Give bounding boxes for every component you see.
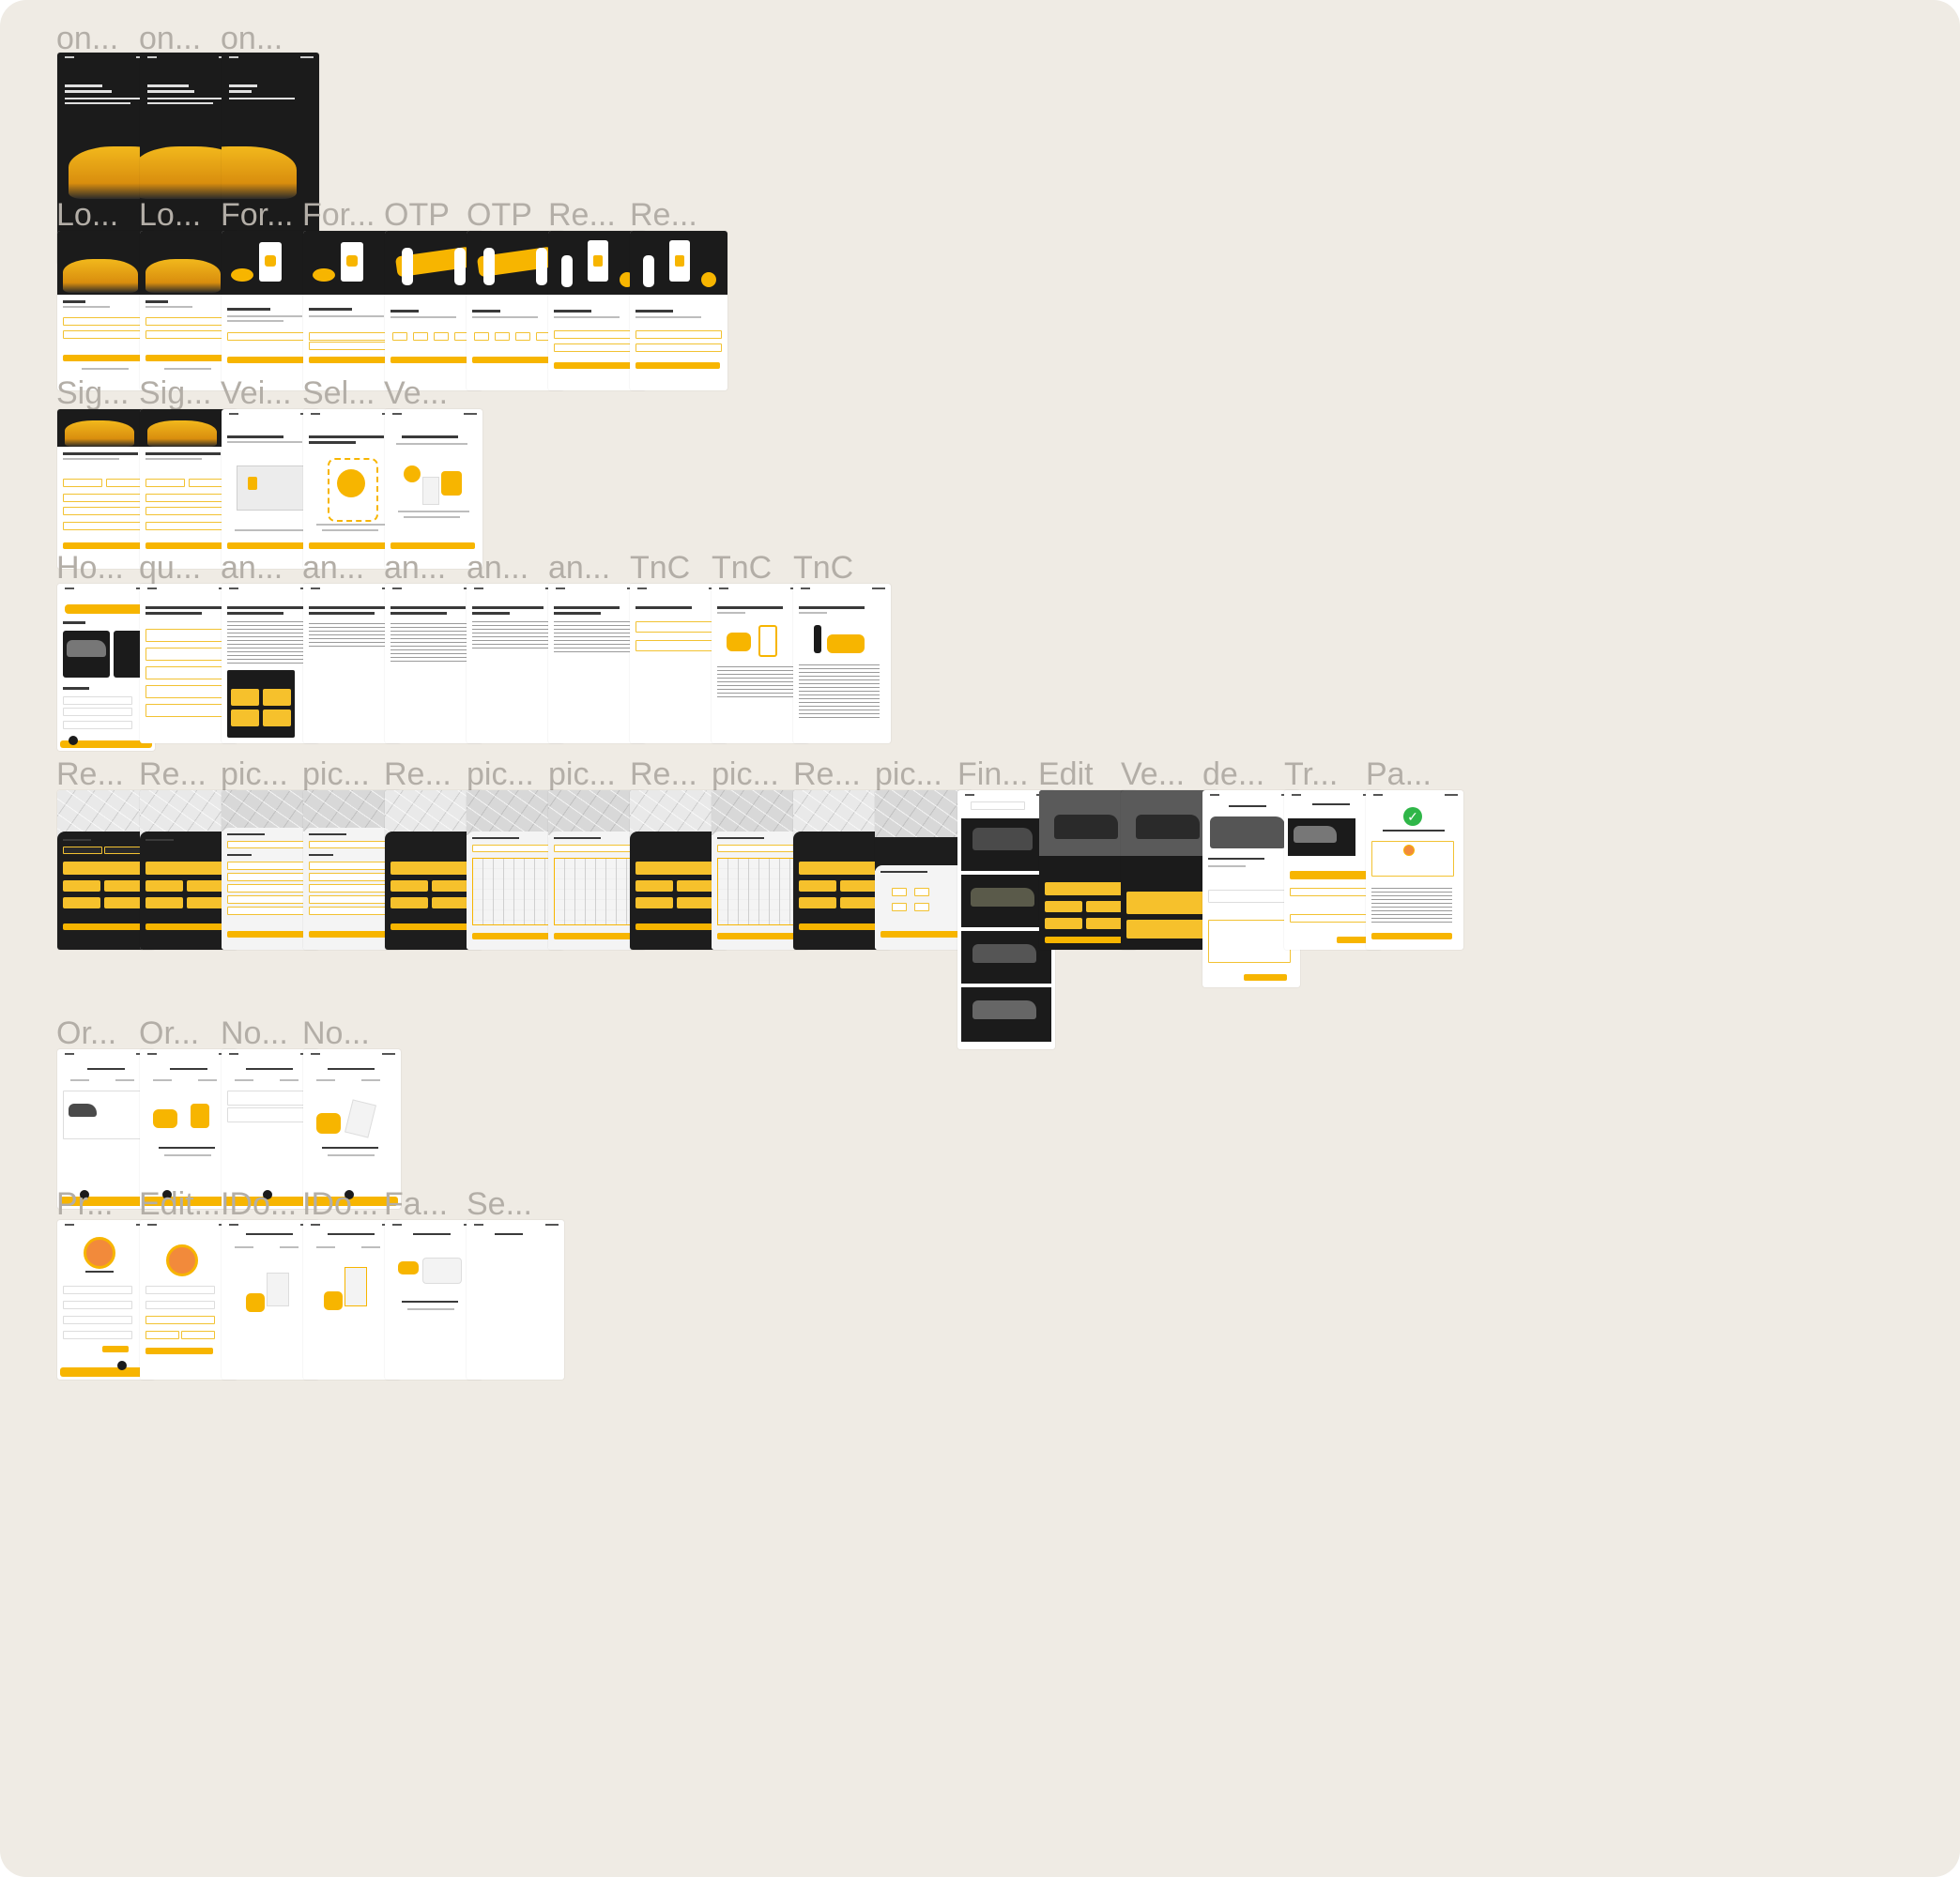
car-image	[65, 420, 134, 447]
frame-label[interactable]: Tr...	[1284, 756, 1378, 792]
frame-label[interactable]: TnC	[630, 550, 724, 586]
frame-label[interactable]: pic...	[302, 756, 396, 792]
avatar-icon	[1403, 845, 1415, 856]
car-image	[145, 259, 221, 293]
frame-label[interactable]: pic...	[875, 756, 969, 792]
frame-label[interactable]: IDo...	[221, 1186, 314, 1222]
car-image	[147, 420, 217, 447]
frame-label[interactable]: an...	[467, 550, 560, 586]
frame-label[interactable]: on...	[56, 21, 150, 56]
frame-label[interactable]: Se...	[467, 1186, 560, 1222]
settings-frame[interactable]	[467, 1220, 564, 1380]
frame-label[interactable]: No...	[302, 1015, 396, 1051]
frame-label[interactable]: Fin...	[957, 756, 1051, 792]
frame-label[interactable]: Edit	[1038, 756, 1132, 792]
tnc-3-frame[interactable]	[793, 584, 891, 743]
frame-label[interactable]: on...	[139, 21, 233, 56]
frame-label[interactable]: TnC	[712, 550, 805, 586]
frame-label[interactable]: an...	[302, 550, 396, 586]
check-icon: ✓	[1403, 807, 1422, 826]
frame-label[interactable]: Re...	[139, 756, 233, 792]
frame-label[interactable]: IDo...	[302, 1186, 396, 1222]
frame-label[interactable]: Re...	[548, 197, 642, 233]
frame-label[interactable]: Re...	[56, 756, 150, 792]
frame-label[interactable]: an...	[384, 550, 478, 586]
frame-label[interactable]: Or...	[56, 1015, 150, 1051]
payment-success-frame[interactable]: ✓	[1366, 790, 1463, 950]
frame-label[interactable]: For...	[302, 197, 396, 233]
frame-label[interactable]: Sig...	[56, 375, 150, 411]
design-canvas: on... on... on... Lo... Lo... For... For…	[0, 0, 1960, 1877]
frame-label[interactable]: qu...	[139, 550, 233, 586]
frame-label[interactable]: Re...	[630, 197, 724, 233]
frame-label[interactable]: pic...	[221, 756, 314, 792]
frame-label[interactable]: pic...	[548, 756, 642, 792]
frame-label[interactable]: Lo...	[139, 197, 233, 233]
frame-label[interactable]: Vei...	[221, 375, 314, 411]
frame-label[interactable]: TnC	[793, 550, 887, 586]
frame-label[interactable]: For...	[221, 197, 314, 233]
notifications-empty-frame[interactable]	[303, 1049, 401, 1209]
frame-label[interactable]: Fa...	[384, 1186, 478, 1222]
frame-label[interactable]: OTP	[467, 197, 560, 233]
frame-label[interactable]: an...	[221, 550, 314, 586]
verified-frame[interactable]	[385, 409, 482, 569]
frame-label[interactable]: Ho...	[56, 550, 150, 586]
frame-label[interactable]: on...	[221, 21, 314, 56]
reset-password-filled-frame[interactable]	[630, 231, 727, 390]
frame-label[interactable]: Ve...	[1121, 756, 1215, 792]
car-image	[222, 146, 297, 199]
frame-label[interactable]: Sig...	[139, 375, 233, 411]
frame-label[interactable]: Ve...	[384, 375, 478, 411]
frame-label[interactable]: an...	[548, 550, 642, 586]
frame-label[interactable]: Sel...	[302, 375, 396, 411]
frame-label[interactable]: No...	[221, 1015, 314, 1051]
avatar-icon	[166, 1244, 198, 1276]
frame-label[interactable]: Re...	[630, 756, 724, 792]
frame-label[interactable]: pic...	[467, 756, 560, 792]
frame-label[interactable]: OTP	[384, 197, 478, 233]
frame-label[interactable]: Re...	[793, 756, 887, 792]
frame-label[interactable]: Edit...	[139, 1186, 233, 1222]
frame-label[interactable]: Lo...	[56, 197, 150, 233]
frame-label[interactable]: de...	[1202, 756, 1296, 792]
car-image	[63, 259, 138, 293]
frame-label[interactable]: Or...	[139, 1015, 233, 1051]
frame-label[interactable]: Pr...	[56, 1186, 150, 1222]
frame-label[interactable]: Re...	[384, 756, 478, 792]
frame-label[interactable]: Pa...	[1366, 756, 1460, 792]
avatar-icon	[84, 1237, 115, 1269]
frame-label[interactable]: pic...	[712, 756, 805, 792]
